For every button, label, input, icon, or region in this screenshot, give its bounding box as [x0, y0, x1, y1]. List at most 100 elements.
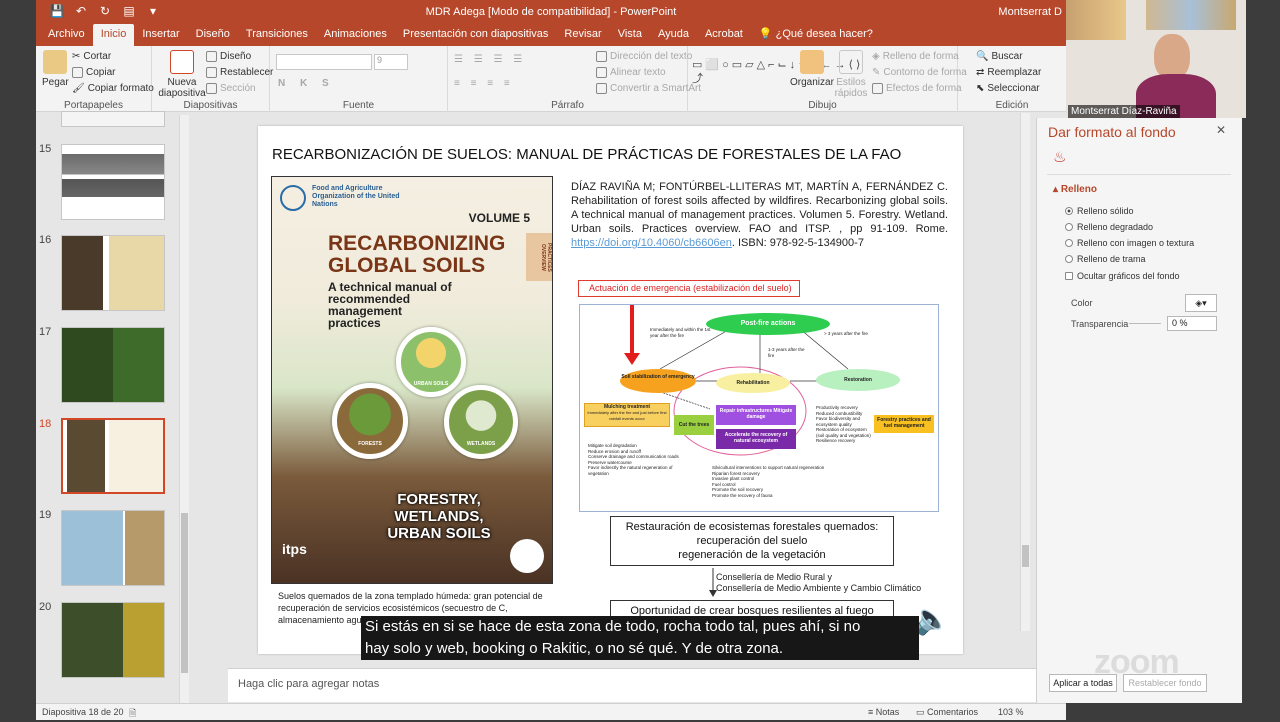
reset-button[interactable]: Restablecer	[206, 67, 273, 78]
comments-button[interactable]: ▭ Comentarios	[916, 707, 978, 718]
ribbon-tabs: Archivo Inicio Insertar Diseño Transicio…	[36, 24, 1066, 46]
tab-ayuda[interactable]: Ayuda	[650, 24, 697, 46]
arrange-button[interactable]: Organizar	[790, 50, 834, 88]
slide-thumbnail-14[interactable]	[61, 111, 165, 127]
shape-outline-button[interactable]: ✎ Contorno de forma	[872, 67, 967, 78]
search-icon: 🔍	[976, 51, 989, 62]
slide-number-selected: 18	[39, 418, 52, 430]
color-picker-button[interactable]: ◈▾	[1185, 294, 1217, 312]
list-buttons[interactable]: ☰ ☰ ☰ ☰	[454, 54, 526, 65]
tab-acrobat[interactable]: Acrobat	[697, 24, 751, 46]
forests-circle	[332, 383, 408, 459]
node-restoration: Restoration	[816, 369, 900, 391]
align-buttons[interactable]: ≡ ≡ ≡ ≡	[454, 78, 514, 89]
replace-button[interactable]: ⇄ Reemplazar	[976, 67, 1041, 78]
transparency-slider[interactable]	[1129, 323, 1161, 324]
tab-diseno[interactable]: Diseño	[188, 24, 238, 46]
cover-bottom-title: FORESTRY, WETLANDS, URBAN SOILS	[387, 491, 491, 542]
close-icon[interactable]: ✕	[1216, 123, 1226, 137]
arrange-icon	[799, 50, 824, 74]
tab-archivo[interactable]: Archivo	[40, 24, 93, 46]
copy-button[interactable]: Copiar	[72, 67, 115, 78]
shape-effects-button[interactable]: Efectos de forma	[872, 83, 962, 94]
paragraph-label: Párrafo	[551, 100, 584, 111]
label-within-first-year: Immediately and within the 1st year afte…	[650, 327, 711, 338]
slide-thumbnail-20[interactable]	[61, 602, 165, 678]
slide-scroll-thumb[interactable]	[1022, 545, 1029, 567]
select-button[interactable]: ⬉ Seleccionar	[976, 83, 1040, 94]
picture-fill-radio[interactable]: Relleno con imagen o textura	[1065, 238, 1194, 248]
label-three-years: > 3 years after the fire	[824, 331, 868, 336]
slide-thumbnail-15[interactable]	[61, 144, 165, 220]
zoom-level[interactable]: 103 %	[998, 707, 1024, 717]
slide-thumbnail-19[interactable]	[61, 510, 165, 586]
shapes-gallery[interactable]: ▭⬜○▭▱△⌐⌙↓↑↔←→⟨⟩⤴	[692, 50, 860, 94]
text-direction-button[interactable]: Dirección del texto	[596, 51, 692, 62]
tab-presentacion[interactable]: Presentación con diapositivas	[395, 24, 557, 46]
tab-insertar[interactable]: Insertar	[134, 24, 187, 46]
section-button[interactable]: Sección	[206, 83, 256, 94]
post-fire-actions-diagram[interactable]: Post-fire actions Immediately and within…	[579, 304, 939, 512]
tab-revisar[interactable]: Revisar	[556, 24, 609, 46]
fao-org-name: Food and Agriculture Organization of the…	[312, 185, 400, 208]
gradient-fill-radio[interactable]: Relleno degradado	[1065, 222, 1153, 232]
tell-me-search[interactable]: 💡 ¿Qué desea hacer?	[751, 24, 881, 46]
font-size-combo[interactable]: 9	[374, 54, 408, 70]
thumbnails-scrollbar[interactable]	[179, 115, 189, 703]
wall-paintings	[1066, 0, 1126, 40]
tab-vista[interactable]: Vista	[610, 24, 650, 46]
format-painter-button[interactable]: 🖌 Copiar formato	[72, 83, 154, 94]
node-mulching-treatment: Mulching treatment Immediately after the…	[584, 403, 670, 427]
find-button[interactable]: 🔍 Buscar	[976, 51, 1023, 62]
font-label: Fuente	[342, 100, 375, 111]
itps-logo: itps	[282, 541, 307, 557]
list-stabilization: Mitigate soil degradation Reduce erosion…	[588, 443, 679, 476]
new-slide-button[interactable]: Nueva diapositiva	[158, 50, 206, 99]
book-cover-image[interactable]: Food and Agriculture Organization of the…	[271, 176, 553, 584]
clipboard-group: Pegar ✂ Cortar Copiar 🖌 Copiar formato Por…	[36, 46, 154, 112]
slide-canvas[interactable]: RECARBONIZACIÓN DE SUELOS: MANUAL DE PRÁ…	[258, 126, 963, 654]
participant-video: Montserrat Díaz-Raviña	[1066, 0, 1246, 118]
tab-animaciones[interactable]: Animaciones	[316, 24, 395, 46]
format-pane-title: Dar formato al fondo	[1048, 124, 1176, 140]
slide-number: 20	[39, 601, 52, 613]
font-format-buttons[interactable]: N K S	[278, 78, 335, 89]
ribbon: Pegar ✂ Cortar Copiar 🖌 Copiar formato Por…	[36, 46, 1066, 112]
restoration-box[interactable]: Restauración de ecosistemas forestales q…	[610, 516, 894, 566]
reference-text[interactable]: DÍAZ RAVIÑA M; FONTÚRBEL-LLITERAS MT, MA…	[571, 180, 948, 250]
tab-inicio[interactable]: Inicio	[92, 24, 135, 46]
title-bar: 💾 ↶ ↻ ▤ ▾ MDR Adega [Modo de compatibili…	[36, 0, 1066, 24]
tab-transiciones[interactable]: Transiciones	[238, 24, 316, 46]
consellerias-text[interactable]: Consellería de Medio Rural y Consellería…	[716, 572, 921, 594]
user-name[interactable]: Montserrat D	[998, 6, 1062, 18]
notes-pane[interactable]: Haga clic para agregar notas	[228, 668, 1062, 702]
slide-number: 15	[39, 143, 52, 155]
pattern-fill-radio[interactable]: Relleno de trama	[1065, 254, 1146, 264]
slide-thumbnail-17[interactable]	[61, 327, 165, 403]
emergency-label-box[interactable]: Actuación de emergencia (estabilización …	[578, 280, 800, 297]
doi-link[interactable]: https://doi.org/10.4060/cb6606en	[571, 237, 732, 249]
paste-button[interactable]: Pegar	[42, 50, 69, 88]
paragraph-group: ☰ ☰ ☰ ☰ ≡ ≡ ≡ ≡ Dirección del texto Alin…	[448, 46, 701, 112]
smartart-button[interactable]: Convertir a SmartArt	[596, 83, 701, 94]
status-bar: Diapositiva 18 de 20 🗎 ≡ Notas ▭ Comenta…	[36, 703, 1066, 720]
effects-icon	[872, 83, 883, 94]
cut-button[interactable]: ✂ Cortar	[72, 51, 111, 62]
urban-soils-tag: URBAN SOILS	[413, 381, 449, 387]
thumbnails-scroll-thumb[interactable]	[181, 513, 188, 673]
slide-scrollbar[interactable]	[1020, 113, 1030, 631]
hide-background-checkbox[interactable]: Ocultar gráficos del fondo	[1065, 271, 1180, 281]
notes-button[interactable]: ≡ Notas	[868, 707, 899, 717]
slide-thumbnail-16[interactable]	[61, 235, 165, 311]
slide-thumbnail-18[interactable]	[61, 418, 165, 494]
fill-section-header[interactable]: ▴ Relleno	[1053, 184, 1097, 195]
align-text-button[interactable]: Alinear texto	[596, 67, 666, 78]
quick-styles-button[interactable]: Estilos rápidos	[834, 50, 868, 99]
font-name-combo[interactable]	[276, 54, 372, 70]
transparency-input[interactable]: 0 %	[1167, 316, 1217, 331]
shape-fill-button[interactable]: ◈ Relleno de forma	[872, 51, 959, 62]
solid-fill-radio[interactable]: Relleno sólido	[1065, 206, 1134, 216]
fill-bucket-icon[interactable]: ♨	[1053, 148, 1066, 166]
slide-title[interactable]: RECARBONIZACIÓN DE SUELOS: MANUAL DE PRÁ…	[272, 146, 901, 163]
layout-button[interactable]: Diseño	[206, 51, 251, 62]
